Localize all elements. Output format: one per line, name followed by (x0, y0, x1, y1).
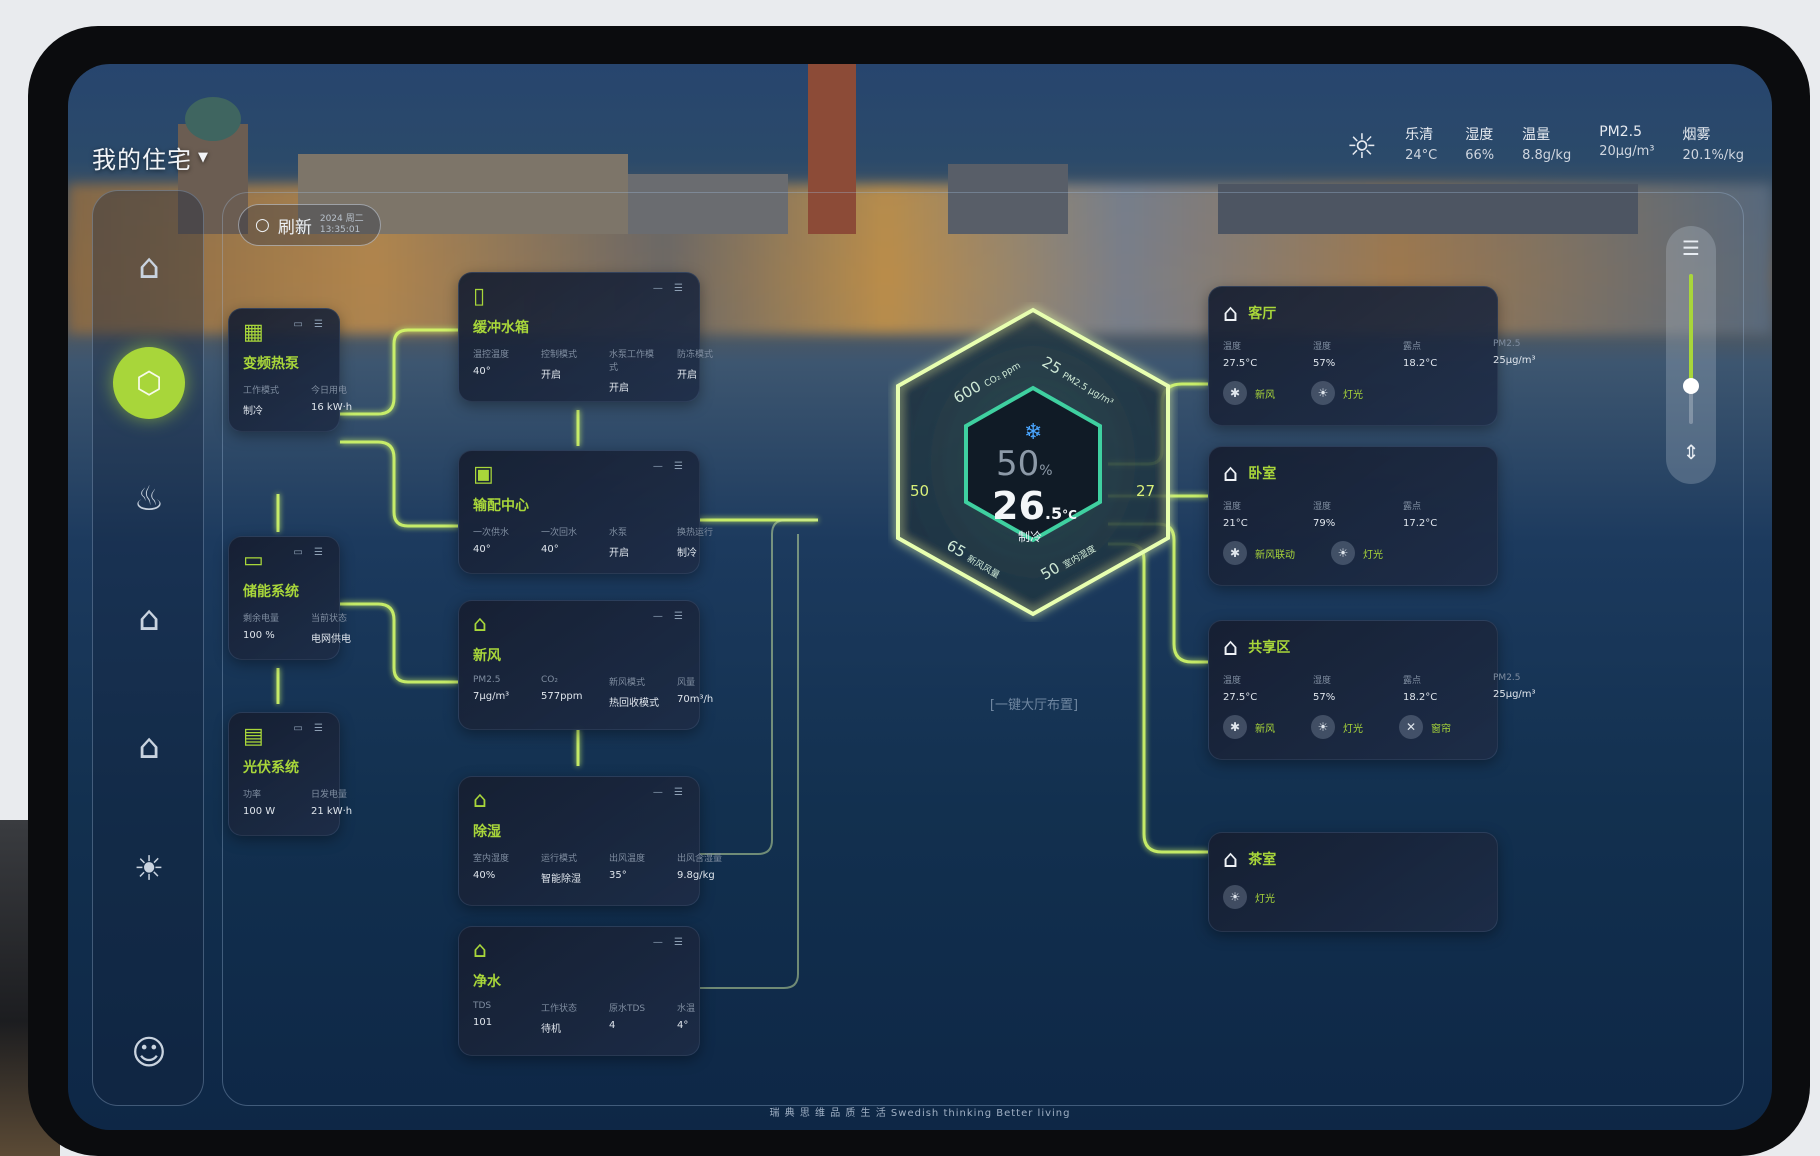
home-selector[interactable]: 我的住宅 ▼ (92, 140, 209, 175)
footer-slogan: 瑞 典 思 维 品 质 生 活 Swedish thinking Better … (769, 1108, 1071, 1119)
fan-icon: ✱ (1223, 381, 1247, 405)
card-dehumidify[interactable]: — ☰ ⌂ 除湿 室内湿度 40% 运行模式 智能除湿 出风温度 35° 出风含湿量 9… (458, 776, 722, 906)
ventilation-icon[interactable]: ⌂ (121, 591, 177, 647)
room-card-living[interactable]: ⌂ 客厅 温度 27.5°C 湿度 57% 露点 18.2°C PM2.5 25μg/m³… (1208, 286, 1536, 426)
card-controls-icon[interactable]: — ☰ (653, 283, 687, 294)
card-pv[interactable]: ▭ ☰ ▤ 光伏系统 功率 100 W 日发电量 21 kW·h (228, 712, 352, 836)
room-card-tea[interactable]: ⌂ 茶室 ☀ 灯光 (1208, 832, 1498, 932)
card-controls-icon[interactable]: ▭ ☰ (293, 319, 327, 330)
card-heatpump[interactable]: ▭ ☰ ▦ 变频热泵 工作模式 制冷 今日用电 16 kW·h (228, 308, 352, 432)
slider-fill (1689, 274, 1693, 384)
fan-icon: ✱ (1223, 715, 1247, 739)
solar-icon[interactable]: ☀ (121, 841, 177, 897)
card-controls-icon[interactable]: — ☰ (653, 787, 687, 798)
house-icon: ⌂ (1223, 845, 1239, 873)
card-controls-icon[interactable]: ▭ ☰ (293, 723, 327, 734)
home-icon[interactable]: ⌂ (121, 239, 177, 295)
card-controls-icon[interactable]: — ☰ (653, 611, 687, 622)
hex-humidity: 50% (996, 444, 1053, 484)
light-icon: ☀ (1311, 381, 1335, 405)
house-icon: ⌂ (1223, 459, 1239, 487)
hexagon-caption[interactable]: [一键大厅布置] (914, 694, 1154, 713)
brightness-slider[interactable]: ☰ ⇕ (1666, 226, 1716, 484)
water-icon[interactable]: ⌂ (121, 719, 177, 775)
card-fresh-air[interactable]: — ☰ ⌂ 新风 PM2.5 7μg/m³ CO₂ 577ppm 新风模式 热回收模式… (458, 600, 713, 730)
tablet-screen: 我的住宅 ▼ ☼ 乐清 24°C 湿度 66% 温量 8.8g/kg PM2.5 20μ… (68, 64, 1772, 1130)
refresh-button[interactable]: ○ 刷新 2024 周二 13:35:01 (238, 204, 381, 246)
room-card-shared[interactable]: ⌂ 共享区 温度 27.5°C 湿度 57% 露点 18.2°C PM2.5 25μg/m… (1208, 620, 1536, 760)
weather-smoke: 烟雾 20.1%/kg (1682, 127, 1744, 163)
system-icon[interactable]: ⬡ (113, 347, 185, 419)
fan-icon: ✱ (1223, 541, 1247, 565)
hex-left-value: 50 (910, 482, 930, 500)
curtain-toggle[interactable]: ✕ 窗帘 (1399, 715, 1451, 739)
card-controls-icon[interactable]: — ☰ (653, 937, 687, 948)
house-icon: ⌂ (1223, 299, 1239, 327)
fresh-air-toggle[interactable]: ✱ 新风 (1223, 715, 1275, 739)
card-buffer-tank[interactable]: — ☰ ▯ 缓冲水箱 温控温度 40° 控制模式 开启 水泵工作模式 开启 防冻模式开… (458, 272, 713, 402)
hex-mode: 制冷 (1018, 530, 1043, 544)
climate-hexagon[interactable]: ❄ 50% 26.5°C 制冷 50 27 600 CO₂ ppm 25 PM2… (888, 302, 1178, 622)
light-toggle[interactable]: ☀ 灯光 (1223, 885, 1275, 909)
chevron-down-icon: ▼ (198, 150, 209, 165)
sun-icon: ☼ (1346, 127, 1378, 167)
fresh-air-link-toggle[interactable]: ✱ 新风联动 (1223, 541, 1295, 565)
weather-humidity: 湿度 66% (1465, 127, 1495, 163)
heating-icon[interactable]: ♨ (121, 471, 177, 527)
slider-track[interactable] (1689, 274, 1693, 424)
list-icon[interactable]: ☰ (1666, 236, 1716, 260)
hex-right-value: 27 (1136, 482, 1156, 500)
home-title: 我的住宅 (92, 146, 192, 174)
light-icon: ☀ (1223, 885, 1247, 909)
light-toggle[interactable]: ☀ 灯光 (1311, 715, 1363, 739)
light-toggle[interactable]: ☀ 灯光 (1331, 541, 1383, 565)
light-toggle[interactable]: ☀ 灯光 (1311, 381, 1363, 405)
weather-pm25: PM2.5 20μg/m³ (1599, 124, 1655, 159)
house-icon: ⌂ (1223, 633, 1239, 661)
fresh-air-toggle[interactable]: ✱ 新风 (1223, 381, 1275, 405)
card-storage[interactable]: ▭ ☰ ▭ 储能系统 剩余电量 100 % 当前状态 电网供电 (228, 536, 351, 660)
curtain-icon: ✕ (1399, 715, 1423, 739)
weather-location: 乐清 24°C (1405, 127, 1438, 163)
refresh-icon: ○ (255, 215, 270, 235)
card-water-purifier[interactable]: — ☰ ⌂ 净水 TDS 101 工作状态 待机 原水TDS 4 水温 4° (458, 926, 700, 1056)
card-distribution[interactable]: — ☰ ▣ 输配中心 一次供水 40° 一次回水 40° 水泵 开启 换热运行 制冷 (458, 450, 713, 574)
collapse-icon[interactable]: ⇕ (1666, 440, 1716, 464)
card-controls-icon[interactable]: — ☰ (653, 461, 687, 472)
refresh-time: 2024 周二 13:35:01 (319, 214, 364, 235)
room-card-bedroom[interactable]: ⌂ 卧室 温度 21°C 湿度 79% 露点 17.2°C ✱ 新风联动 ☀ 灯光 (1208, 446, 1498, 586)
weather-bar: ☼ 乐清 24°C 湿度 66% 温量 8.8g/kg PM2.5 20μg/m³ 烟雾… (1347, 124, 1744, 164)
card-controls-icon[interactable]: ▭ ☰ (293, 547, 327, 558)
slider-knob[interactable] (1683, 378, 1699, 394)
sidebar-nav: ⌂ ⬡ ♨ ⌂ ⌂ ☀ ☺ (92, 190, 204, 1106)
hex-temperature: 26.5°C (992, 484, 1077, 528)
user-icon[interactable]: ☺ (121, 1025, 177, 1081)
light-icon: ☀ (1331, 541, 1355, 565)
snowflake-icon: ❄ (1024, 420, 1043, 445)
weather-moisture: 温量 8.8g/kg (1522, 127, 1572, 163)
light-icon: ☀ (1311, 715, 1335, 739)
